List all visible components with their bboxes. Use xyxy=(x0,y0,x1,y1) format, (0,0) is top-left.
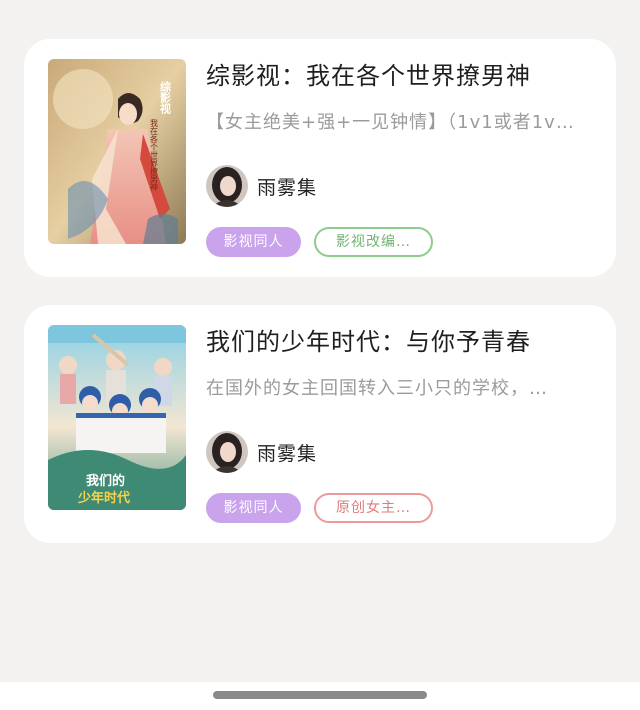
category-tag[interactable]: 影视同人 xyxy=(206,493,301,523)
author-name[interactable]: 雨雾集 xyxy=(257,439,317,466)
book-title[interactable]: 综影视：我在各个世界撩男神 xyxy=(206,59,598,93)
author-avatar-icon xyxy=(206,165,248,207)
book-description[interactable]: 在国外的女主回国转入三小只的学校，… xyxy=(206,375,586,403)
svg-text:我在各个世界撩男神: 我在各个世界撩男神 xyxy=(150,118,159,192)
home-indicator[interactable] xyxy=(213,691,427,699)
svg-text:我们的: 我们的 xyxy=(86,473,125,489)
book-cover-image[interactable]: 综影视 我在各个世界撩男神 xyxy=(48,59,186,244)
baseball-youth-drama-cover: 我们的 少年时代 xyxy=(48,325,186,510)
tag-list: 影视同人 影视改编… xyxy=(206,227,433,257)
book-card[interactable]: 综影视 我在各个世界撩男神 综影视：我在各个世界撩男神 【女主绝美+强+一见钟情… xyxy=(24,39,616,277)
author-row[interactable]: 雨雾集 xyxy=(206,431,317,473)
author-avatar-icon xyxy=(206,431,248,473)
svg-text:少年时代: 少年时代 xyxy=(77,490,130,506)
author-name[interactable]: 雨雾集 xyxy=(257,173,317,200)
book-cover-image[interactable]: 我们的 少年时代 xyxy=(48,325,186,510)
book-title[interactable]: 我们的少年时代：与你予青春 xyxy=(206,325,598,359)
avatar[interactable] xyxy=(206,431,248,473)
book-list-page: 综影视 我在各个世界撩男神 综影视：我在各个世界撩男神 【女主绝美+强+一见钟情… xyxy=(0,0,640,710)
avatar[interactable] xyxy=(206,165,248,207)
book-description[interactable]: 【女主绝美+强+一见钟情】（1v1或者1v… xyxy=(206,109,586,137)
category-tag[interactable]: 影视同人 xyxy=(206,227,301,257)
genre-tag[interactable]: 影视改编… xyxy=(314,227,433,257)
book-card[interactable]: 我们的 少年时代 我们的少年时代：与你予青春 在国外的女主回国转入三小只的学校，… xyxy=(24,305,616,543)
author-row[interactable]: 雨雾集 xyxy=(206,165,317,207)
tag-list: 影视同人 原创女主… xyxy=(206,493,433,523)
svg-text:综影视: 综影视 xyxy=(159,80,172,115)
genre-tag[interactable]: 原创女主… xyxy=(314,493,433,523)
ancient-costume-heroine-cover: 综影视 我在各个世界撩男神 xyxy=(48,59,186,244)
